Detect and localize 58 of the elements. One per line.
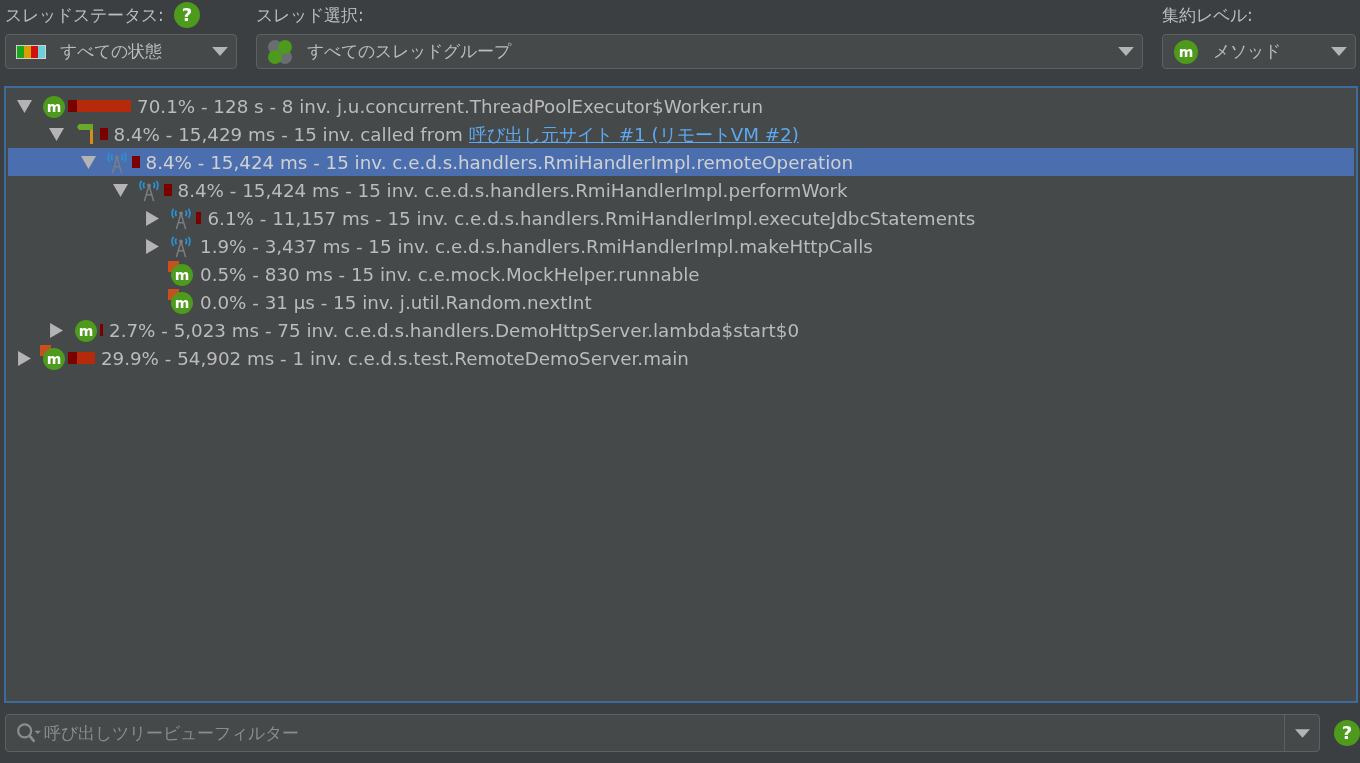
collapse-arrow-icon[interactable] [48, 126, 64, 142]
time-bar [196, 212, 202, 224]
call-tree-text: 0.5% - 830 ms - 15 inv. c.e.mock.MockHelper.runnable [200, 263, 700, 285]
collapse-arrow-icon[interactable] [112, 182, 128, 198]
tree-row[interactable]: m 0.5% - 830 ms - 15 inv. c.e.mock.MockHelper.runnable [8, 260, 1354, 288]
call-tree-text: 6.1% - 11,157 ms - 15 inv. c.e.d.s.handlers.RmiHandlerImpl.executeJdbcStatements [207, 207, 976, 229]
call-tree-text: 8.4% - 15,424 ms - 15 inv. c.e.d.s.handlers.RmiHandlerImpl.remoteOperation [145, 151, 854, 173]
field-label: スレッドステータス: [5, 3, 164, 27]
caret-icon [212, 47, 228, 56]
call-tree-text: 0.0% - 31 µs - 15 inv. j.util.Random.nextInt [200, 291, 592, 313]
field-label: 集約レベル: [1162, 3, 1253, 27]
search-icon [16, 722, 42, 744]
status-colors-icon [16, 44, 46, 59]
method-icon: m [72, 317, 98, 343]
call-tree-text: 8.4% - 15,424 ms - 15 inv. c.e.d.s.handlers.RmiHandlerImpl.performWork [177, 179, 848, 201]
method-icon: m [40, 93, 66, 119]
expand-arrow-icon[interactable] [144, 238, 160, 254]
help-icon[interactable]: ? [173, 2, 200, 28]
call-tree-text: 70.1% - 128 s - 8 inv. j.u.concurrent.ThreadPoolExecutor$Worker.run [137, 95, 763, 117]
expand-arrow-icon[interactable] [144, 210, 160, 226]
help-icon[interactable]: ? [1334, 720, 1360, 746]
tree-row[interactable]: m 0.0% - 31 µs - 15 inv. j.util.Random.nextInt [8, 288, 1354, 316]
time-bar [68, 100, 132, 112]
call-tree-text: 8.4% - 15,429 ms - 15 inv. called from [113, 123, 463, 145]
time-bar [100, 128, 108, 140]
method-icon: m [168, 261, 194, 287]
method-icon: m [168, 289, 194, 315]
expand-arrow-icon[interactable] [48, 322, 64, 338]
tree-row[interactable]: m 2.7% - 5,023 ms - 75 inv. c.e.d.s.handlers.DemoHttpServer.lambda$start$0 [8, 316, 1354, 344]
collapse-arrow-icon[interactable] [80, 154, 96, 170]
level-dropdown[interactable]: m メソッド [1162, 34, 1356, 69]
thread-group-icon [267, 38, 293, 65]
call-tree-text: 1.9% - 3,437 ms - 15 inv. c.e.d.s.handlers.RmiHandlerImpl.makeHttpCalls [200, 235, 873, 257]
call-tree-text: 2.7% - 5,023 ms - 75 inv. c.e.d.s.handlers.DemoHttpServer.lambda$start$0 [109, 319, 799, 341]
collapse-arrow-icon[interactable] [16, 98, 32, 114]
status-dropdown[interactable]: すべての状態 [5, 34, 237, 69]
thread-dropdown[interactable]: すべてのスレッドグループ [256, 34, 1143, 69]
method-icon: m [40, 345, 66, 371]
time-bar [132, 156, 140, 168]
time-bar [100, 324, 103, 336]
caret-icon [1331, 47, 1347, 56]
call-site-link[interactable]: 呼び出し元サイト #1 (リモートVM #2) [468, 121, 799, 147]
caret-icon [1294, 728, 1310, 738]
time-bar [164, 184, 172, 196]
tree-row[interactable]: 8.4% - 15,424 ms - 15 inv. c.e.d.s.handlers.RmiHandlerImpl.remoteOperation [8, 148, 1354, 176]
caret-icon [1118, 47, 1134, 56]
tree-row[interactable]: 1.9% - 3,437 ms - 15 inv. c.e.d.s.handlers.RmiHandlerImpl.makeHttpCalls [8, 232, 1354, 260]
tree-row[interactable]: m 70.1% - 128 s - 8 inv. j.u.concurrent.ThreadPoolExecutor$Worker.run [8, 92, 1354, 120]
time-bar [68, 352, 95, 364]
expand-arrow-icon[interactable] [16, 350, 32, 366]
field-label: スレッド選択: [256, 3, 364, 27]
call-tree-text: 29.9% - 54,902 ms - 1 inv. c.e.d.s.test.RemoteDemoServer.main [100, 347, 689, 369]
tree-row[interactable]: 6.1% - 11,157 ms - 15 inv. c.e.d.s.handlers.RmiHandlerImpl.executeJdbcStatements [8, 204, 1354, 232]
method-icon: m [1173, 38, 1199, 65]
tree-row[interactable]: m 29.9% - 54,902 ms - 1 inv. c.e.d.s.test.RemoteDemoServer.main [8, 344, 1354, 372]
signpost-icon [77, 124, 93, 144]
tree-row[interactable]: 8.4% - 15,429 ms - 15 inv. called from 呼び出し元サイト #1 (リモートVM #2) [8, 120, 1354, 148]
tree-row[interactable]: 8.4% - 15,424 ms - 15 inv. c.e.d.s.handlers.RmiHandlerImpl.performWork [8, 176, 1354, 204]
